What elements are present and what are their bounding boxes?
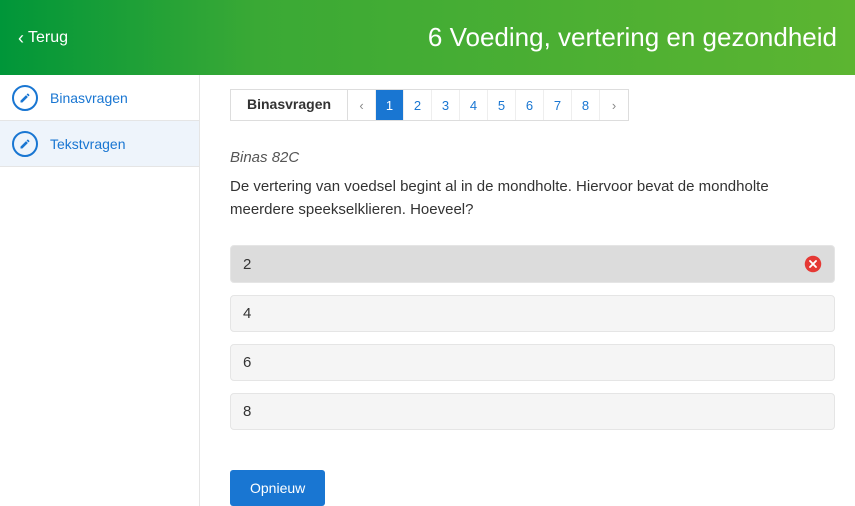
- pagination-label: Binasvragen: [231, 90, 348, 120]
- chevron-right-icon: ›: [612, 98, 616, 113]
- pagination-page-7[interactable]: 7: [544, 90, 572, 120]
- chevron-left-icon: ‹: [359, 98, 363, 113]
- pencil-icon: [12, 85, 38, 111]
- sidebar-item-label: Tekstvragen: [50, 136, 125, 152]
- answer-option[interactable]: 8: [230, 393, 835, 430]
- answer-label: 6: [243, 354, 251, 371]
- answer-options: 2 4 6 8: [230, 245, 835, 430]
- pagination: Binasvragen ‹ 1 2 3 4 5 6 7 8 ›: [230, 89, 629, 121]
- chevron-left-icon: ‹: [18, 29, 24, 47]
- pagination-prev[interactable]: ‹: [348, 90, 376, 120]
- pagination-page-8[interactable]: 8: [572, 90, 600, 120]
- sidebar-item-binasvragen[interactable]: Binasvragen: [0, 75, 199, 121]
- body: Binasvragen Tekstvragen Binasvragen ‹ 1 …: [0, 75, 855, 506]
- question-source: Binas 82C: [230, 149, 835, 166]
- question-text: De vertering van voedsel begint al in de…: [230, 176, 770, 221]
- sidebar-item-label: Binasvragen: [50, 90, 128, 106]
- pagination-page-1[interactable]: 1: [376, 90, 404, 120]
- pagination-page-5[interactable]: 5: [488, 90, 516, 120]
- answer-option[interactable]: 2: [230, 245, 835, 283]
- wrong-icon: [804, 255, 822, 273]
- pagination-page-2[interactable]: 2: [404, 90, 432, 120]
- pagination-page-6[interactable]: 6: [516, 90, 544, 120]
- pencil-icon: [12, 131, 38, 157]
- sidebar-item-tekstvragen[interactable]: Tekstvragen: [0, 121, 199, 167]
- app-header: ‹ Terug 6 Voeding, vertering en gezondhe…: [0, 0, 855, 75]
- answer-label: 2: [243, 256, 251, 273]
- pagination-page-3[interactable]: 3: [432, 90, 460, 120]
- answer-label: 4: [243, 305, 251, 322]
- answer-option[interactable]: 4: [230, 295, 835, 332]
- main-content: Binasvragen ‹ 1 2 3 4 5 6 7 8 › Binas 82…: [200, 75, 855, 506]
- retry-button[interactable]: Opnieuw: [230, 470, 325, 506]
- sidebar: Binasvragen Tekstvragen: [0, 75, 200, 506]
- page-title: 6 Voeding, vertering en gezondheid: [428, 22, 837, 53]
- pagination-next[interactable]: ›: [600, 90, 628, 120]
- answer-label: 8: [243, 403, 251, 420]
- back-label: Terug: [28, 29, 68, 47]
- back-button[interactable]: ‹ Terug: [18, 29, 68, 47]
- pagination-page-4[interactable]: 4: [460, 90, 488, 120]
- answer-option[interactable]: 6: [230, 344, 835, 381]
